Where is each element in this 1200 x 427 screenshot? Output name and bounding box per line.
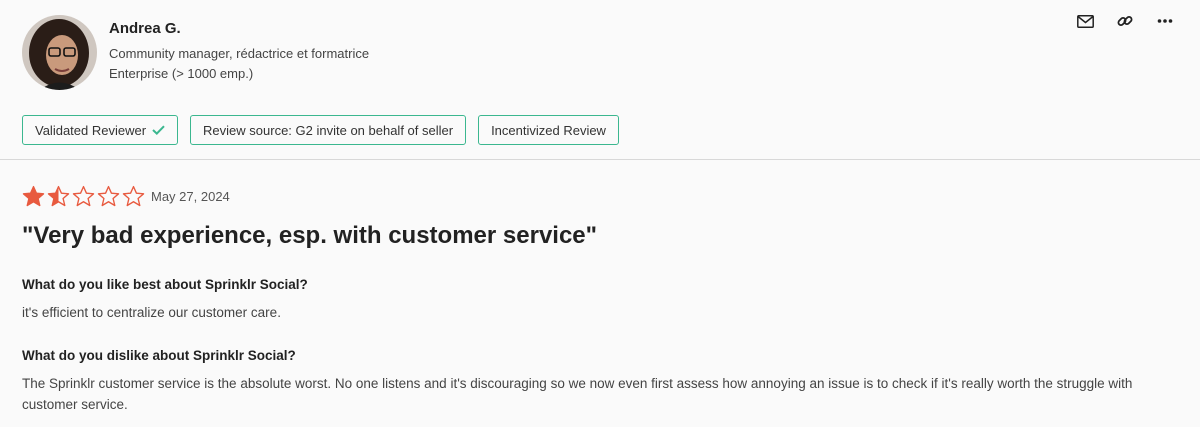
review-title: "Very bad experience, esp. with customer…	[22, 222, 598, 249]
check-icon	[152, 123, 165, 138]
review-date: May 27, 2024	[151, 189, 230, 204]
more-icon[interactable]	[1154, 10, 1176, 32]
question-dislike: What do you dislike about Sprinklr Socia…	[22, 348, 296, 363]
star-icon	[72, 185, 95, 207]
section-divider	[0, 159, 1200, 160]
badge-incentivized-review: Incentivized Review	[478, 115, 619, 145]
star-icon	[97, 185, 120, 207]
star-icon	[122, 185, 145, 207]
badge-label: Incentivized Review	[491, 122, 606, 138]
mail-icon[interactable]	[1074, 10, 1096, 32]
reviewer-role: Community manager, rédactrice et formatr…	[109, 46, 370, 61]
star-icon	[22, 185, 45, 207]
star-rating	[22, 185, 145, 207]
link-icon[interactable]	[1114, 10, 1136, 32]
avatar	[22, 15, 97, 90]
badge-label: Review source: G2 invite on behalf of se…	[203, 122, 454, 138]
reviewer-company-size: Enterprise (> 1000 emp.)	[109, 66, 254, 81]
reviewer-name: Andrea G.	[109, 20, 181, 37]
question-like-best: What do you like best about Sprinklr Soc…	[22, 277, 308, 292]
badge-review-source: Review source: G2 invite on behalf of se…	[190, 115, 467, 145]
badge-label: Validated Reviewer	[35, 122, 147, 138]
answer-dislike: The Sprinklr customer service is the abs…	[22, 376, 1133, 412]
review-actions	[1074, 10, 1176, 32]
answer-like-best: it's efficient to centralize our custome…	[22, 305, 281, 320]
review-badges: Validated Reviewer Review source: G2 inv…	[22, 115, 619, 145]
star-icon	[47, 185, 70, 207]
badge-validated-reviewer: Validated Reviewer	[22, 115, 179, 145]
